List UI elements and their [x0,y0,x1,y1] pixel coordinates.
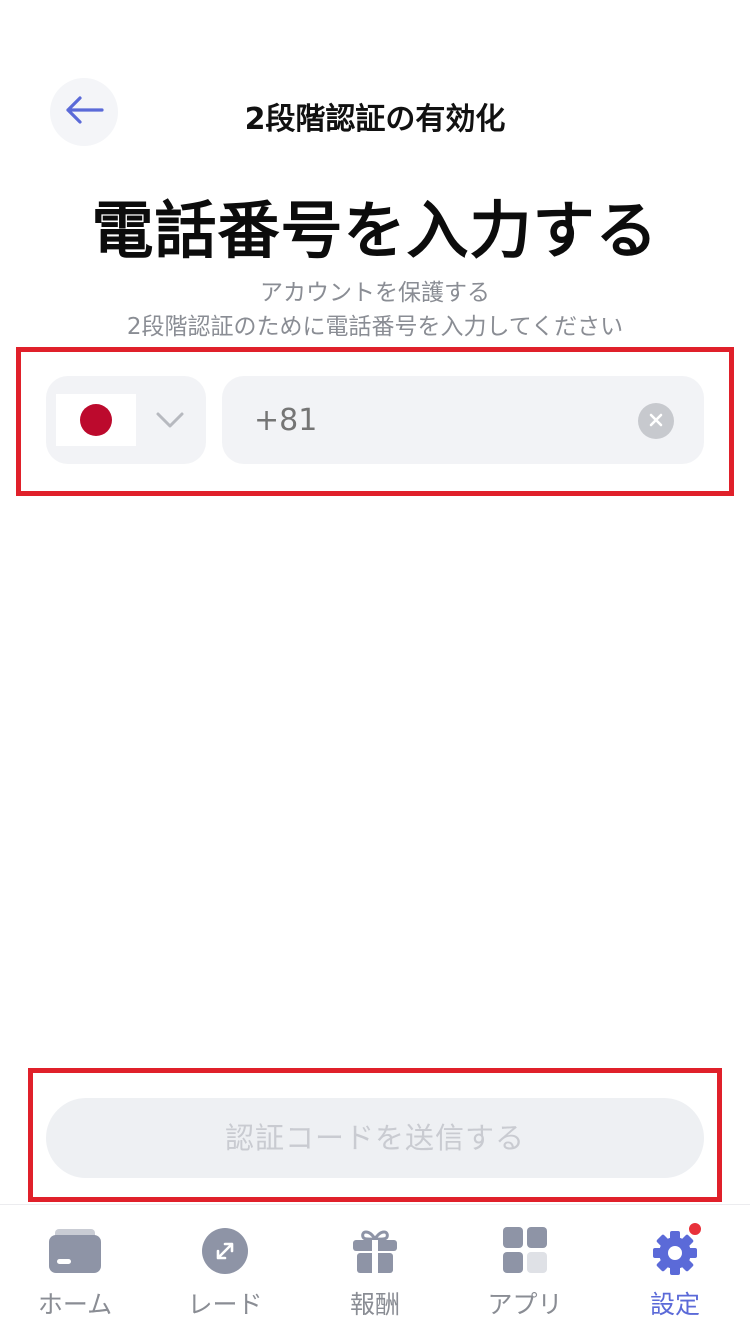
send-button-highlight [28,1068,722,1202]
tab-rewards[interactable]: 報酬 [300,1205,450,1334]
gift-icon [347,1225,403,1277]
notification-badge [687,1221,703,1237]
tab-settings[interactable]: 設定 [600,1205,750,1334]
phone-entry-highlight [16,347,734,496]
main-heading: 電話番号を入力する [91,194,659,267]
tab-apps[interactable]: アプリ [450,1205,600,1334]
tab-label: レード [187,1290,263,1319]
tab-label: 報酬 [349,1290,400,1319]
subtitle-line-2: 2段階認証のために電話番号を入力してください [126,314,624,340]
wallet-icon [47,1225,103,1277]
apps-grid-icon [497,1225,553,1277]
gear-icon [647,1221,703,1277]
page-title: 2段階認証の有効化 [244,102,506,137]
tab-trade[interactable]: レード [150,1205,300,1334]
tab-label: 設定 [649,1290,700,1319]
tab-home[interactable]: ホーム [0,1205,150,1334]
subtitle-line-1: アカウントを保護する [260,280,490,306]
tab-label: アプリ [487,1290,563,1319]
bottom-tab-bar: ホーム レード 報酬 アプリ 設定 [0,1204,750,1334]
trade-icon [197,1225,253,1277]
tab-label: ホーム [37,1290,113,1319]
subtitle: アカウントを保護する 2段階認証のために電話番号を入力してください [0,276,750,344]
